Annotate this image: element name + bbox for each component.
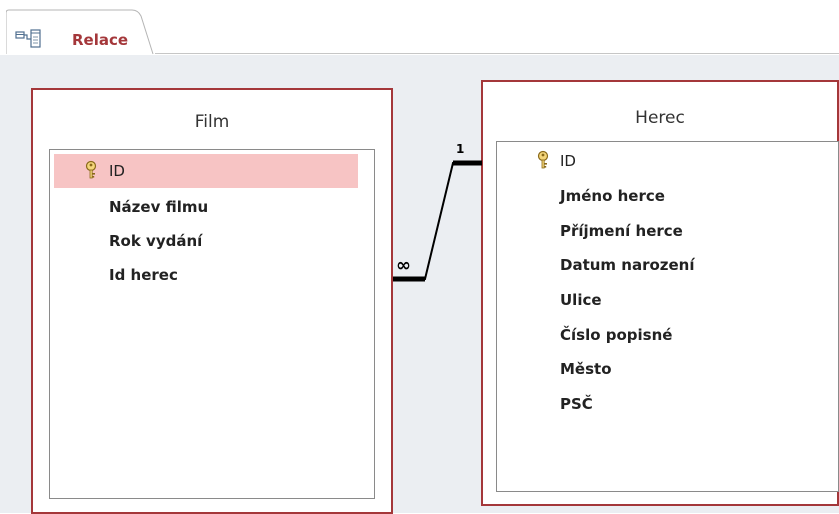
relationship-line[interactable]: 1 ∞ (0, 55, 839, 513)
tab-relace[interactable]: Relace (6, 9, 156, 55)
tab-label: Relace (72, 31, 129, 49)
relationships-canvas[interactable]: Film ID Název filmu Rok vydání Id herec (0, 55, 839, 514)
tab-strip: Relace (0, 0, 839, 55)
one-side-label: 1 (456, 142, 464, 156)
many-side-label: ∞ (396, 255, 411, 276)
tab-divider (155, 53, 839, 54)
relationships-icon (15, 29, 41, 48)
